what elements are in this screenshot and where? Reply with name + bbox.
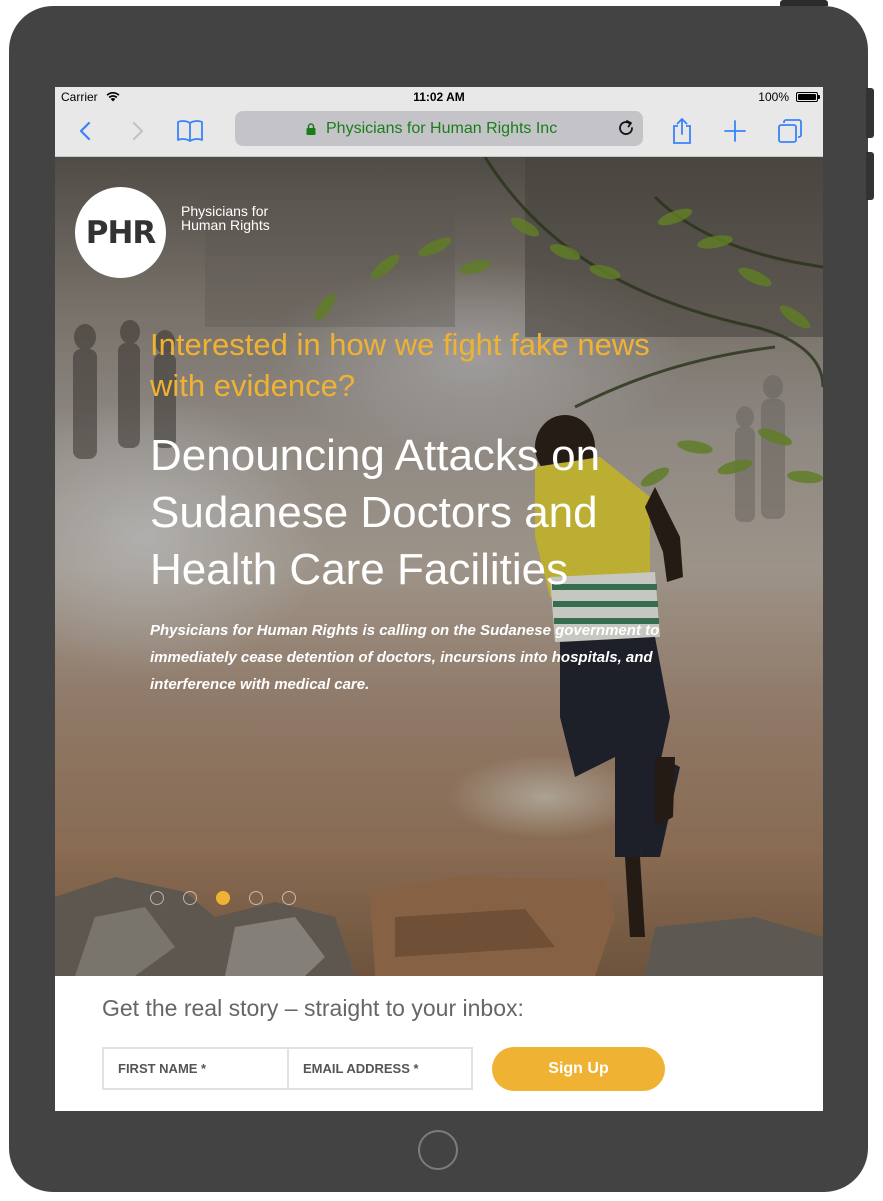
bookmarks-icon [177,120,203,142]
volume-up-button [866,88,874,138]
clock: 11:02 AM [413,90,465,104]
carousel-dot-1[interactable] [150,891,164,905]
logo-name-line1: Physicians for [181,203,269,219]
tabs-icon [778,119,802,143]
first-name-placeholder: FIRST NAME * [118,1061,207,1076]
hero-summary: Physicians for Human Rights is calling o… [150,622,660,693]
tabs-button[interactable] [774,115,806,147]
home-button[interactable] [418,1130,458,1170]
sign-up-button[interactable]: Sign Up [492,1047,665,1091]
carousel-dot-5[interactable] [282,891,296,905]
new-tab-icon [724,120,746,142]
hero-headline[interactable]: Denouncing Attacks on Sudanese Doctors a… [150,427,710,598]
share-icon [673,118,691,144]
new-tab-button[interactable] [719,115,751,147]
status-bar: Carrier 11:02 AM 100% [55,87,823,107]
back-button[interactable] [69,115,101,147]
lock-icon [306,123,316,135]
carousel-dot-4[interactable] [249,891,263,905]
newsletter-title: Get the real story – straight to your in… [102,995,524,1021]
top-button [780,0,828,6]
reload-icon[interactable] [617,119,635,137]
browser-toolbar: Physicians for Human Rights Inc [55,107,823,157]
address-bar[interactable]: Physicians for Human Rights Inc [235,111,643,146]
phr-logo[interactable]: PHR [75,187,166,278]
carousel-dot-3[interactable] [216,891,230,905]
battery-icon [796,92,820,102]
hero-kicker-link[interactable]: Interested in how we fight fake news wit… [150,324,710,406]
share-button[interactable] [666,115,698,147]
url-label: Physicians for Human Rights Inc [326,120,558,137]
logo-mark: PHR [85,214,157,251]
forward-icon [132,121,144,141]
screen: Carrier 11:02 AM 100% Physicians for Hum… [55,87,823,1111]
hero-carousel[interactable]: PHR Physicians for Human Rights Interest… [55,157,823,976]
email-field[interactable]: EMAIL ADDRESS * [287,1047,473,1090]
back-icon [79,121,91,141]
logo-wordmark[interactable]: Physicians for Human Rights [181,204,301,232]
battery-percent: 100% [758,90,789,104]
forward-button[interactable] [122,115,154,147]
bookmarks-button[interactable] [174,115,206,147]
carousel-dot-2[interactable] [183,891,197,905]
email-placeholder: EMAIL ADDRESS * [303,1061,419,1076]
volume-down-button [866,152,874,200]
logo-name-line2: Human Rights [181,217,270,233]
first-name-field[interactable]: FIRST NAME * [102,1047,289,1090]
